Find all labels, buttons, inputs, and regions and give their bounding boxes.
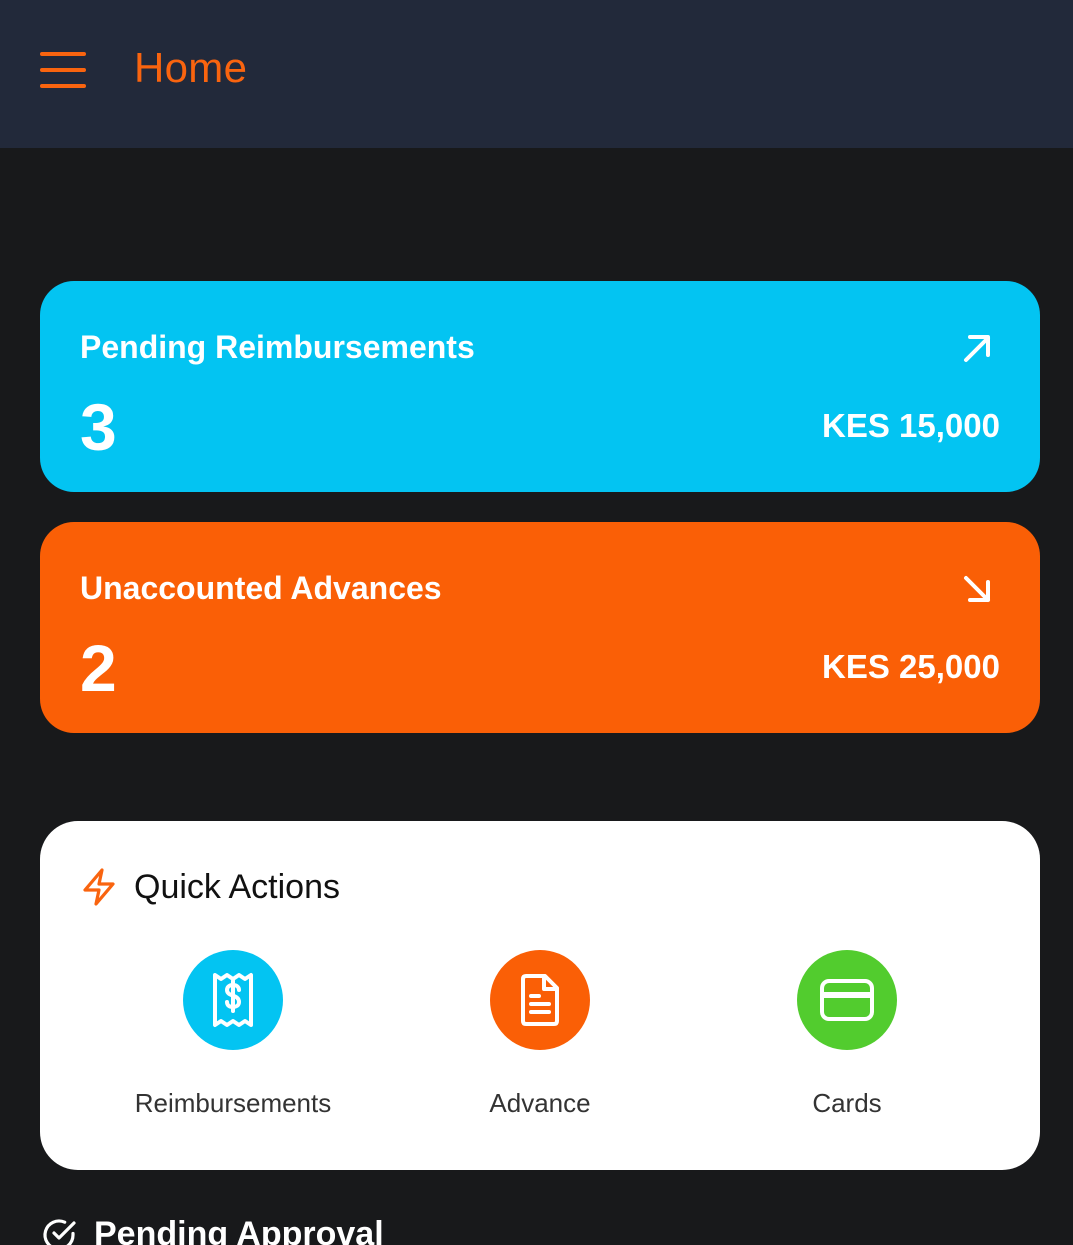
- quick-action-reimbursements[interactable]: Reimbursements: [103, 950, 363, 1119]
- hamburger-menu-icon[interactable]: [40, 52, 86, 88]
- quick-actions-card: Quick Actions Reimbursements Advance Car…: [40, 821, 1040, 1170]
- pending-approval-title: Pending Approval: [94, 1215, 384, 1245]
- quick-action-icon-circle: [490, 950, 590, 1050]
- quick-actions-header: Quick Actions: [80, 867, 340, 907]
- quick-action-icon-circle: [797, 950, 897, 1050]
- stat-amount: KES 25,000: [822, 648, 1000, 685]
- menu-line: [40, 52, 86, 56]
- unaccounted-advances-card[interactable]: Unaccounted Advances 2 KES 25,000: [40, 522, 1040, 733]
- stat-label: Unaccounted Advances: [80, 570, 442, 606]
- pending-reimbursements-card[interactable]: Pending Reimbursements 3 KES 15,000: [40, 281, 1040, 492]
- menu-line: [40, 68, 86, 72]
- quick-action-label: Cards: [812, 1088, 882, 1118]
- app-bar: Home: [0, 0, 1073, 148]
- stat-count: 2: [80, 631, 117, 705]
- arrow-up-right-icon: [964, 335, 990, 362]
- quick-action-icon-circle: [183, 950, 283, 1050]
- credit-card-icon: [820, 979, 874, 1021]
- stat-count: 3: [80, 390, 117, 464]
- pending-approval-header: Pending Approval: [40, 1215, 384, 1245]
- page-title: Home: [134, 44, 248, 91]
- receipt-dollar-icon: [213, 973, 253, 1027]
- quick-action-cards[interactable]: Cards: [717, 950, 977, 1119]
- menu-line: [40, 84, 86, 88]
- stat-amount: KES 15,000: [822, 407, 1000, 444]
- quick-action-advance[interactable]: Advance: [410, 950, 670, 1119]
- quick-action-label: Advance: [489, 1088, 591, 1118]
- arrow-down-right-icon: [964, 576, 990, 602]
- stat-label: Pending Reimbursements: [80, 329, 475, 365]
- document-icon: [521, 974, 559, 1026]
- quick-action-label: Reimbursements: [134, 1088, 332, 1118]
- lightning-icon: [83, 868, 115, 906]
- quick-actions-title: Quick Actions: [134, 867, 340, 906]
- check-circle-icon: [43, 1218, 76, 1245]
